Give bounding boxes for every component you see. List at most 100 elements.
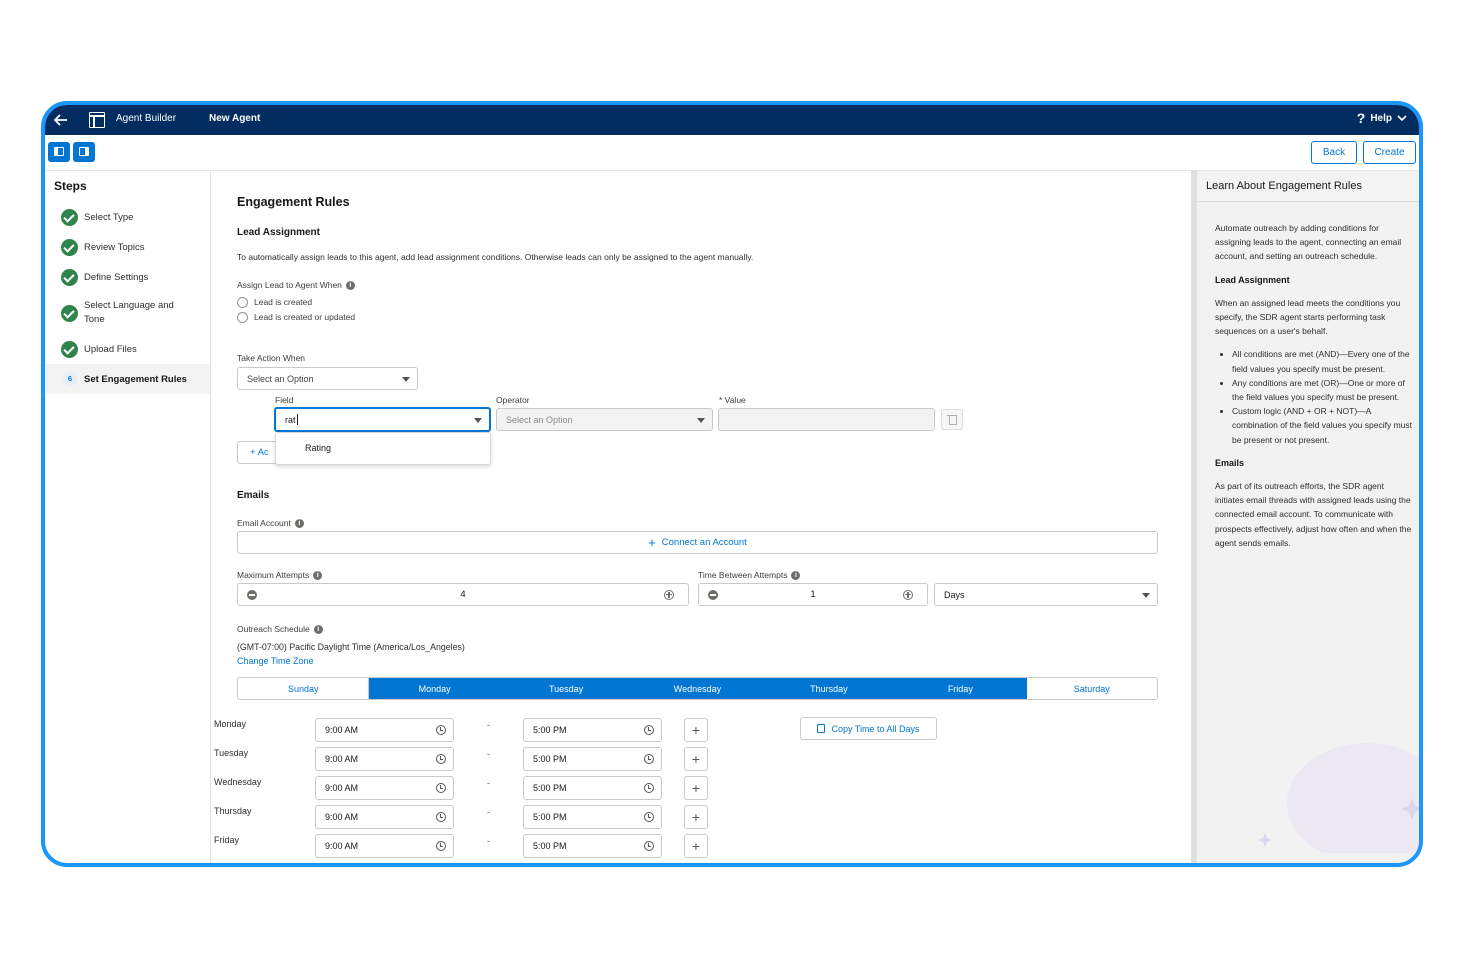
day-selector: Sunday Monday Tuesday Wednesday Thursday… [237, 677, 1158, 700]
help-bullet-list: All conditions are met (AND)—Every one o… [1215, 347, 1413, 446]
end-time-input[interactable]: 5:00 PM [523, 805, 662, 829]
radio-button[interactable] [237, 297, 248, 309]
add-time-slot-button[interactable]: + [684, 718, 708, 742]
step-label: Set Engagement Rules [84, 373, 187, 385]
connect-account-button[interactable]: + Connect an Account [237, 531, 1158, 554]
day-tab-monday[interactable]: Monday [369, 678, 501, 699]
day-tab-wednesday[interactable]: Wednesday [632, 678, 764, 699]
help-intro: Automate outreach by adding conditions f… [1215, 223, 1402, 262]
add-time-slot-button[interactable]: + [684, 747, 708, 771]
email-account-label: Email Account i [237, 518, 304, 529]
timezone-text: (GMT-07:00) Pacific Daylight Time (Ameri… [237, 642, 465, 652]
app-name: Agent Builder [116, 113, 177, 124]
day-tab-saturday[interactable]: Saturday [1026, 678, 1157, 699]
start-time-input[interactable]: 9:00 AM [315, 776, 454, 800]
step-select-language[interactable]: Select Language and Tone [45, 299, 210, 327]
start-time-input[interactable]: 9:00 AM [315, 747, 454, 771]
info-icon[interactable]: i [345, 281, 355, 291]
radio-label: Lead is created or updated [254, 312, 356, 322]
app-launcher-icon[interactable] [89, 112, 105, 128]
suggestion-rating[interactable]: Rating [305, 443, 331, 453]
step-set-engagement-rules[interactable]: 6 Set Engagement Rules [45, 364, 210, 394]
max-attempts-stepper[interactable]: 4 [237, 583, 689, 606]
step-select-type[interactable]: Select Type [45, 209, 210, 226]
step-upload-files[interactable]: Upload Files [45, 341, 210, 358]
end-time-input[interactable]: 5:00 PM [523, 718, 662, 742]
decrement-icon[interactable] [247, 589, 257, 600]
operator-select[interactable]: Select an Option [496, 408, 713, 431]
toggle-right-panel-button[interactable] [73, 142, 95, 162]
day-tab-tuesday[interactable]: Tuesday [500, 678, 633, 699]
increment-icon[interactable] [903, 589, 913, 600]
schedule-text: Outreach Schedule [237, 624, 310, 634]
add-time-slot-button[interactable]: + [684, 834, 708, 858]
end-time-input[interactable]: 5:00 PM [523, 776, 662, 800]
help-bullet: All conditions are met (AND)—Every one o… [1232, 347, 1413, 375]
increment-icon[interactable] [664, 589, 674, 600]
schedule-row: Thursday 9:00 AM - 5:00 PM + [211, 805, 971, 829]
end-time-input[interactable]: 5:00 PM [523, 747, 662, 771]
info-icon[interactable]: i [791, 571, 801, 581]
step-review-topics[interactable]: Review Topics [45, 239, 210, 256]
radio-lead-created-or-updated[interactable]: Lead is created or updated [237, 312, 356, 324]
right-panel-icon [79, 147, 89, 156]
clock-icon [436, 783, 446, 793]
copy-time-button[interactable]: Copy Time to All Days [800, 717, 937, 740]
take-action-select[interactable]: Select an Option [237, 367, 418, 390]
toggle-left-panel-button[interactable] [48, 142, 70, 162]
delete-condition-icon[interactable] [941, 409, 963, 430]
start-time-input[interactable]: 9:00 AM [315, 805, 454, 829]
steps-title: Steps [54, 179, 87, 193]
back-arrow-icon[interactable] [53, 112, 69, 128]
steps-sidebar: Steps Select Type Review Topics Define S… [45, 171, 211, 863]
help-menu[interactable]: ? Help [1357, 110, 1407, 126]
field-combobox[interactable]: rat [274, 407, 491, 432]
help-bullet: Any conditions are met (OR)—One or more … [1232, 376, 1413, 404]
day-tab-friday[interactable]: Friday [895, 678, 1027, 699]
day-tab-sunday[interactable]: Sunday [238, 678, 370, 699]
step-label: Select Language and Tone [84, 300, 174, 325]
radio-lead-created[interactable]: Lead is created [237, 297, 313, 309]
time-separator: - [487, 836, 490, 846]
take-action-label: Take Action When [237, 353, 306, 363]
time-between-stepper[interactable]: 1 [698, 583, 928, 606]
add-time-slot-button[interactable]: + [684, 805, 708, 829]
stepper-value[interactable]: 1 [810, 589, 815, 600]
time-separator: - [487, 778, 490, 788]
add-time-slot-button[interactable]: + [684, 776, 708, 800]
info-icon[interactable]: i [294, 519, 304, 529]
help-bullet: Custom logic (AND + OR + NOT)—A combinat… [1232, 404, 1413, 447]
change-timezone-link[interactable]: Change Time Zone [237, 656, 314, 666]
clock-icon [644, 754, 654, 764]
step-define-settings[interactable]: Define Settings [45, 269, 210, 286]
assign-when-text: Assign Lead to Agent When [237, 280, 342, 290]
time-value: 9:00 AM [325, 725, 359, 735]
radio-button[interactable] [237, 312, 248, 324]
day-tab-thursday[interactable]: Thursday [763, 678, 896, 699]
caret-down-icon [697, 417, 705, 423]
radio-label: Lead is created [254, 297, 313, 307]
create-button[interactable]: Create [1363, 141, 1416, 164]
stepper-value[interactable]: 4 [460, 589, 465, 600]
decrement-icon[interactable] [708, 589, 718, 600]
info-icon[interactable]: i [313, 625, 323, 635]
help-lead-text: When an assigned lead meets the conditio… [1215, 297, 1401, 337]
day-name: Wednesday [214, 777, 262, 787]
field-label: Field [275, 395, 294, 405]
time-separator: - [487, 807, 490, 817]
info-icon[interactable]: i [313, 571, 323, 581]
schedule-row: Wednesday 9:00 AM - 5:00 PM + [211, 776, 971, 800]
back-button[interactable]: Back [1311, 141, 1357, 164]
add-condition-button[interactable]: + Ac [237, 441, 279, 464]
time-unit-select[interactable]: Days [934, 583, 1158, 606]
select-value: Select an Option [247, 373, 314, 384]
start-time-input[interactable]: 9:00 AM [315, 834, 454, 858]
step-number: 6 [63, 372, 77, 386]
decorative-cloud-graphic [1258, 743, 1419, 853]
caret-down-icon [474, 417, 482, 423]
value-input[interactable] [718, 408, 935, 431]
end-time-input[interactable]: 5:00 PM [523, 834, 662, 858]
section-title: Engagement Rules [237, 195, 350, 209]
time-value: 5:00 PM [533, 841, 567, 851]
start-time-input[interactable]: 9:00 AM [315, 718, 454, 742]
